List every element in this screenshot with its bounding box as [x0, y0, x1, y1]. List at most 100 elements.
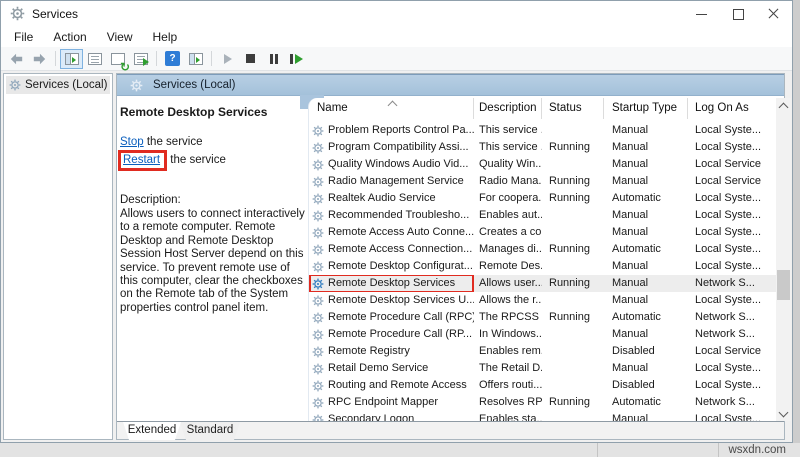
service-status-cell — [542, 292, 604, 309]
menu-file[interactable]: File — [4, 28, 43, 46]
table-row[interactable]: Remote Desktop Configurat...Remote Des..… — [309, 258, 777, 275]
export-list-icon[interactable] — [129, 49, 152, 69]
table-row[interactable]: Remote Procedure Call (RP...In Windows..… — [309, 326, 777, 343]
services-list: Name Description Status Startup Type Log… — [308, 98, 791, 421]
table-row[interactable]: Remote Desktop ServicesAllows user...Run… — [309, 275, 777, 292]
table-row[interactable]: RPC Endpoint MapperResolves RP...Running… — [309, 394, 777, 411]
service-startup-type-cell: Automatic — [604, 241, 688, 258]
refresh-icon[interactable]: ↻ — [106, 49, 129, 69]
description-label: Description: — [120, 194, 317, 206]
service-description-cell: In Windows... — [474, 326, 542, 343]
service-status-cell — [542, 326, 604, 343]
properties-icon[interactable] — [83, 49, 106, 69]
service-name: Quality Windows Audio Vid... — [328, 156, 468, 173]
service-description-cell: Resolves RP... — [474, 394, 542, 411]
service-gear-icon — [312, 142, 324, 154]
stop-service-icon[interactable] — [239, 49, 262, 69]
tree-item-services-local[interactable]: Services (Local) — [6, 76, 110, 94]
service-name-cell: Secondary Logon — [309, 411, 474, 421]
service-name-cell: Remote Desktop Services — [309, 275, 474, 292]
scrollbar-thumb[interactable] — [777, 270, 790, 300]
service-status-cell: Running — [542, 190, 604, 207]
column-header-startup-type[interactable]: Startup Type — [604, 98, 688, 119]
vertical-scrollbar[interactable] — [776, 98, 791, 421]
menu-action[interactable]: Action — [43, 28, 96, 46]
service-status-cell — [542, 224, 604, 241]
console-tree-panel: Services (Local) — [3, 73, 113, 440]
service-name: Radio Management Service — [328, 173, 464, 190]
table-row[interactable]: Radio Management ServiceRadio Mana...Run… — [309, 173, 777, 190]
stop-service-link[interactable]: Stop — [120, 136, 144, 148]
menu-bar: File Action View Help — [1, 27, 792, 47]
close-button[interactable] — [756, 1, 792, 27]
service-log-on-as-cell: Network S... — [688, 275, 777, 292]
help-icon[interactable] — [161, 49, 184, 69]
service-startup-type-cell: Manual — [604, 207, 688, 224]
column-header-status[interactable]: Status — [542, 98, 604, 119]
service-name: Remote Procedure Call (RP... — [328, 326, 472, 343]
service-startup-type-cell: Manual — [604, 173, 688, 190]
service-status-cell: Running — [542, 275, 604, 292]
service-startup-type-cell: Manual — [604, 224, 688, 241]
window-controls — [684, 1, 792, 27]
tree-item-label: Services (Local) — [25, 79, 107, 91]
table-row[interactable]: Remote Access Connection...Manages di...… — [309, 241, 777, 258]
back-icon[interactable] — [5, 49, 28, 69]
service-status-cell — [542, 207, 604, 224]
menu-help[interactable]: Help — [143, 28, 188, 46]
service-name: Remote Access Auto Conne... — [328, 224, 474, 241]
service-log-on-as-cell: Local Service — [688, 156, 777, 173]
service-startup-type-cell: Disabled — [604, 343, 688, 360]
column-header-description[interactable]: Description — [474, 98, 542, 119]
service-status-cell — [542, 360, 604, 377]
toolbar-separator — [211, 51, 212, 66]
forward-icon[interactable] — [28, 49, 51, 69]
service-gear-icon — [312, 346, 324, 358]
service-gear-icon — [312, 176, 324, 188]
table-row[interactable]: Secondary LogonEnables sta...ManualLocal… — [309, 411, 777, 421]
table-row[interactable]: Remote Procedure Call (RPC)The RPCSS s..… — [309, 309, 777, 326]
maximize-button[interactable] — [720, 1, 756, 27]
scroll-down-icon[interactable] — [776, 406, 791, 421]
service-name: RPC Endpoint Mapper — [328, 394, 438, 411]
service-log-on-as-cell: Local Syste... — [688, 292, 777, 309]
table-row[interactable]: Routing and Remote AccessOffers routi...… — [309, 377, 777, 394]
services-pane: Services (Local) Remote Desktop Services… — [116, 73, 785, 440]
table-row[interactable]: Recommended Troublesho...Enables aut...M… — [309, 207, 777, 224]
menu-view[interactable]: View — [97, 28, 143, 46]
column-header-log-on-as[interactable]: Log On As — [688, 98, 777, 119]
table-row[interactable]: Remote Access Auto Conne...Creates a co.… — [309, 224, 777, 241]
show-action-pane-icon[interactable] — [184, 49, 207, 69]
service-gear-icon — [312, 244, 324, 256]
table-row[interactable]: Problem Reports Control Pa...This servic… — [309, 122, 777, 139]
table-row[interactable]: Quality Windows Audio Vid...Quality Win.… — [309, 156, 777, 173]
tab-extended[interactable]: Extended — [123, 422, 181, 440]
taskpad-header-bar: Services (Local) — [117, 74, 784, 96]
service-name-cell: Radio Management Service — [309, 173, 474, 190]
service-log-on-as-cell: Network S... — [688, 309, 777, 326]
service-log-on-as-cell: Local Syste... — [688, 207, 777, 224]
service-startup-type-cell: Manual — [604, 258, 688, 275]
show-console-tree-icon[interactable] — [60, 49, 83, 69]
restart-service-link[interactable]: Restart — [123, 154, 160, 166]
service-log-on-as-cell: Local Service — [688, 173, 777, 190]
table-row[interactable]: Remote RegistryEnables rem...DisabledLoc… — [309, 343, 777, 360]
start-service-icon[interactable] — [216, 49, 239, 69]
tab-standard[interactable]: Standard — [180, 422, 240, 440]
service-startup-type-cell: Manual — [604, 122, 688, 139]
minimize-button[interactable] — [684, 1, 720, 27]
table-row[interactable]: Retail Demo ServiceThe Retail D...Manual… — [309, 360, 777, 377]
table-row[interactable]: Remote Desktop Services U...Allows the r… — [309, 292, 777, 309]
title-bar[interactable]: Services — [1, 1, 792, 27]
table-row[interactable]: Realtek Audio ServiceFor coopera...Runni… — [309, 190, 777, 207]
stop-line-suffix: the service — [144, 136, 203, 148]
restart-service-icon[interactable] — [285, 49, 308, 69]
service-name-cell: Recommended Troublesho... — [309, 207, 474, 224]
scroll-up-icon[interactable] — [776, 98, 791, 113]
services-window: Services File Action View Help — [0, 0, 793, 443]
view-tab-strip: Extended Standard — [117, 421, 784, 439]
service-log-on-as-cell: Local Syste... — [688, 360, 777, 377]
table-row[interactable]: Program Compatibility Assi...This servic… — [309, 139, 777, 156]
pause-service-icon[interactable] — [262, 49, 285, 69]
service-name-cell: Remote Registry — [309, 343, 474, 360]
